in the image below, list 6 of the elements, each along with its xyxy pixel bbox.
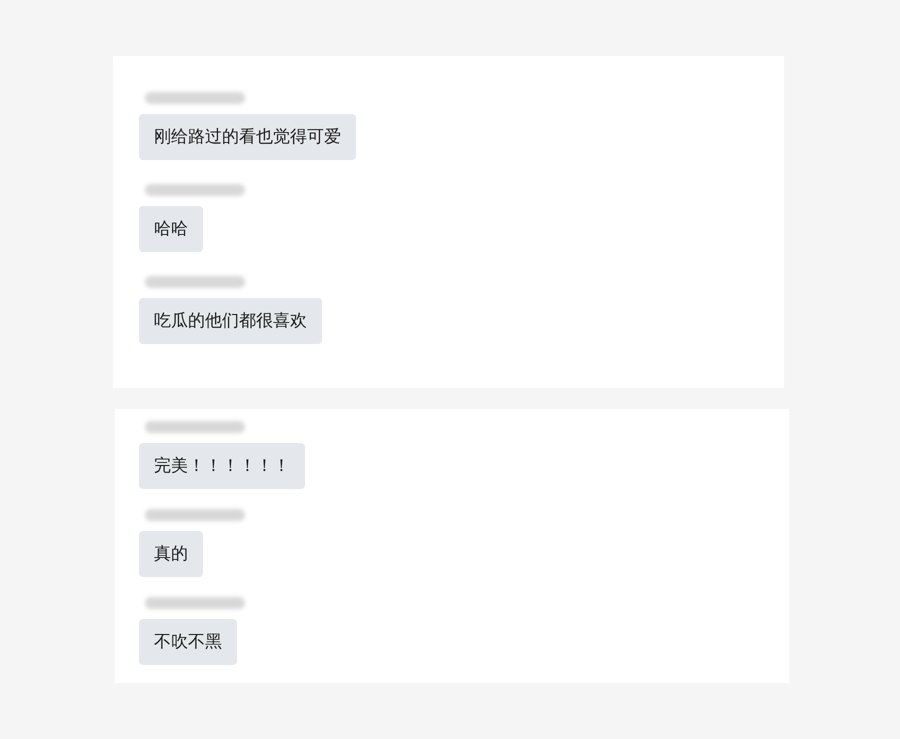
message-bubble: 吃瓜的他们都很喜欢 [139,298,322,344]
message-bubble: 不吹不黑 [139,619,237,665]
message-bubble: 刚给路过的看也觉得可爱 [139,114,356,160]
message-bubble: 哈哈 [139,206,203,252]
message-bubble: 完美！！！！！！ [139,443,305,489]
message-bubble: 真的 [139,531,203,577]
